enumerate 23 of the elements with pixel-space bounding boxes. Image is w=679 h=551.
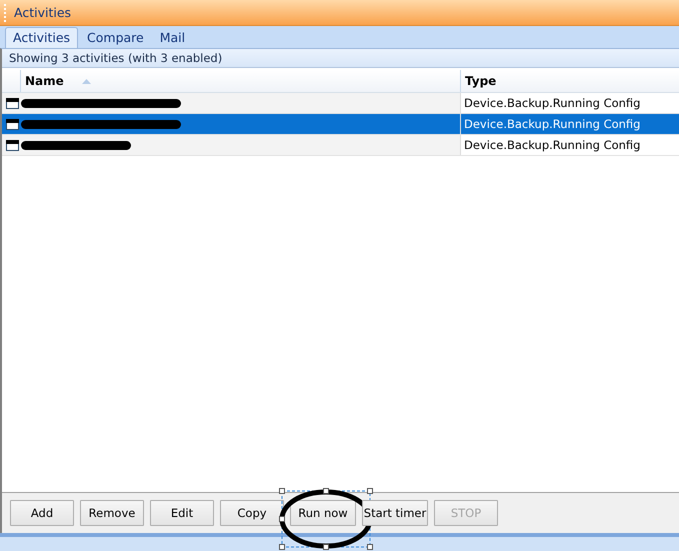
action-button[interactable]: Edit: [150, 500, 214, 526]
column-header[interactable]: Type: [460, 70, 679, 92]
table-cell: Device.Backup.Running Config: [460, 93, 679, 113]
checkbox[interactable]: [6, 118, 19, 130]
table-row[interactable]: Device.Backup.Running Config: [2, 114, 679, 135]
status-text: Showing 3 activities (with 3 enabled): [2, 49, 679, 68]
action-button[interactable]: Remove: [80, 500, 144, 526]
action-button[interactable]: Run now: [290, 500, 356, 526]
table-cell: Device.Backup.Running Config: [460, 135, 679, 155]
tab[interactable]: Mail: [152, 28, 192, 48]
column-header[interactable]: Name: [20, 70, 460, 92]
action-button[interactable]: Start timer: [362, 500, 428, 526]
table-row[interactable]: Device.Backup.Running Config: [2, 135, 679, 156]
sort-arrow-icon: [82, 78, 91, 84]
window-title: Activities: [14, 5, 72, 20]
action-button[interactable]: Copy: [220, 500, 284, 526]
checkbox[interactable]: [6, 140, 19, 150]
tab[interactable]: Activities: [5, 27, 78, 48]
grip-icon: [4, 4, 8, 22]
tab[interactable]: Compare: [80, 28, 151, 48]
checkbox[interactable]: [6, 98, 19, 108]
table-row[interactable]: Device.Backup.Running Config: [2, 93, 679, 114]
action-button[interactable]: Add: [10, 500, 74, 526]
